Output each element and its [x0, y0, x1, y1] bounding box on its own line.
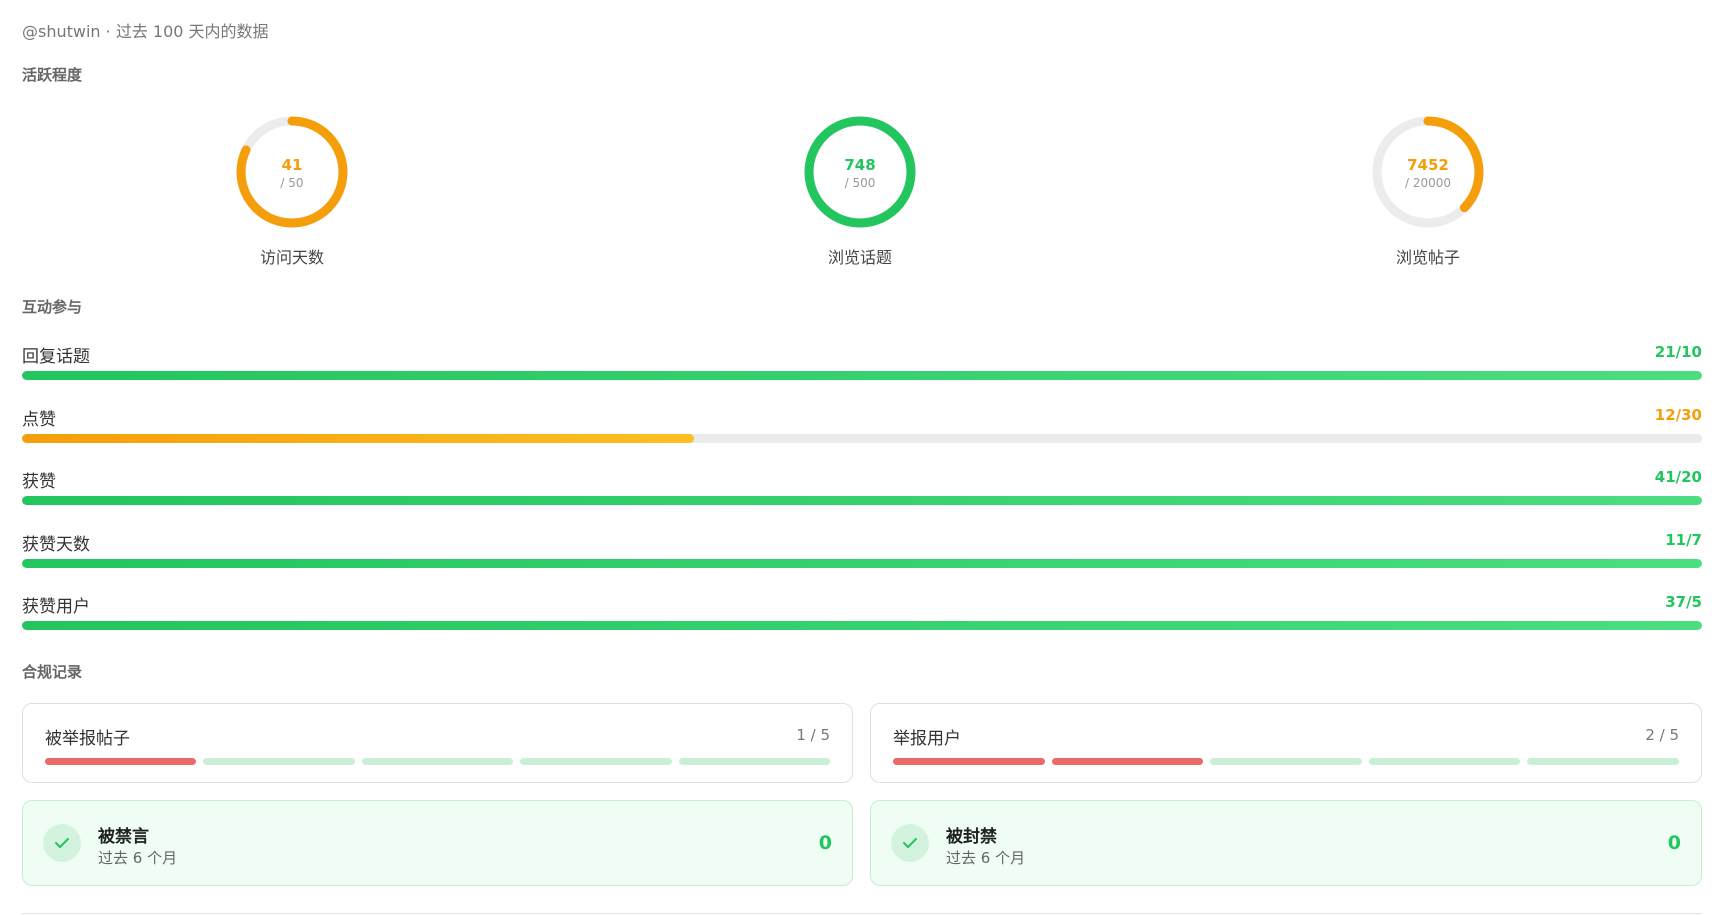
bar-row-replies: 回复话题 21/10	[22, 342, 1702, 386]
suspended-subtitle: 过去 6 个月	[946, 849, 1026, 867]
segment-filled	[45, 758, 197, 765]
segment-empty	[361, 758, 514, 765]
segment-empty	[203, 758, 355, 765]
ring-label: 访问天数	[259, 248, 324, 267]
segment-empty	[520, 758, 672, 765]
ring-visit-days: 41 / 50 访问天数	[212, 112, 372, 272]
reported-posts-segments	[45, 758, 831, 765]
segment-empty	[1527, 758, 1679, 765]
bar-label: 获赞	[22, 472, 56, 492]
bottom-divider	[22, 913, 1702, 914]
reported-posts-card: 被举报帖子 1 / 5	[22, 703, 853, 783]
bar-row-likes-received: 获赞 41/20	[22, 467, 1702, 511]
section-title-activity: 活跃程度	[22, 66, 83, 84]
bar-label: 点赞	[22, 410, 56, 430]
suspended-title: 被封禁	[946, 827, 997, 847]
ring-browse-posts: 7452 / 20000 浏览帖子	[1348, 112, 1508, 272]
bar-row-liked-days: 获赞天数 11/7	[22, 530, 1702, 574]
check-icon	[891, 824, 929, 862]
activity-rings: 41 / 50 访问天数 748 / 500 浏览话题 7452 / 20000…	[0, 112, 1714, 272]
ring-browse-topics: 748 / 500 浏览话题	[780, 112, 940, 272]
bar-fill	[22, 496, 1702, 505]
bar-label: 获赞天数	[22, 535, 90, 555]
suspended-card: 被封禁 过去 6 个月 0	[870, 800, 1702, 886]
bar-track	[22, 434, 1702, 443]
bar-row-liked-users: 获赞用户 37/5	[22, 592, 1702, 636]
segment-filled	[1051, 758, 1204, 765]
segment-filled	[893, 758, 1045, 765]
bar-track	[22, 559, 1702, 568]
bar-fill	[22, 559, 1702, 568]
silenced-title: 被禁言	[98, 827, 149, 847]
bar-fill	[22, 434, 694, 443]
ring-max: / 50	[280, 176, 304, 190]
stats-page: @shutwin · 过去 100 天内的数据 活跃程度 41 / 50 访问天…	[0, 0, 1714, 915]
bar-track	[22, 621, 1702, 630]
bar-label: 回复话题	[22, 347, 90, 367]
bar-count: 41/20	[1654, 468, 1702, 486]
bar-track	[22, 496, 1702, 505]
ring-value: 748	[844, 156, 876, 174]
bar-fill	[22, 621, 1702, 630]
reported-users-segments	[893, 758, 1679, 765]
silenced-value: 0	[818, 832, 832, 854]
bar-count: 21/10	[1654, 343, 1702, 361]
reported-users-card: 举报用户 2 / 5	[870, 703, 1702, 783]
section-title-compliance: 合规记录	[22, 663, 83, 681]
bar-label: 获赞用户	[22, 597, 90, 617]
ring-value: 41	[281, 156, 303, 174]
bar-count: 12/30	[1654, 406, 1702, 424]
bar-fill	[22, 371, 1702, 380]
segment-empty	[1210, 758, 1362, 765]
bar-count: 11/7	[1665, 531, 1702, 549]
card-count: 2 / 5	[1645, 726, 1679, 744]
ring-max: / 500	[844, 176, 876, 190]
suspended-value: 0	[1667, 832, 1681, 854]
section-title-engagement: 互动参与	[22, 298, 83, 316]
ring-label: 浏览帖子	[1395, 248, 1460, 267]
page-subtitle: @shutwin · 过去 100 天内的数据	[22, 22, 269, 41]
ring-label: 浏览话题	[827, 248, 892, 267]
card-title: 被举报帖子	[45, 729, 130, 749]
silenced-subtitle: 过去 6 个月	[98, 849, 178, 867]
bar-track	[22, 371, 1702, 380]
check-icon-glyph	[903, 838, 917, 848]
bar-row-likes-given: 点赞 12/30	[22, 405, 1702, 449]
check-icon	[43, 824, 81, 862]
ring-value: 7452	[1407, 156, 1449, 174]
segment-empty	[1368, 758, 1521, 765]
card-title: 举报用户	[893, 729, 961, 749]
bar-count: 37/5	[1665, 593, 1702, 611]
segment-empty	[678, 758, 831, 765]
ring-max: / 20000	[1404, 176, 1452, 190]
card-count: 1 / 5	[796, 726, 830, 744]
silenced-card: 被禁言 过去 6 个月 0	[22, 800, 853, 886]
check-icon-glyph	[55, 838, 69, 848]
